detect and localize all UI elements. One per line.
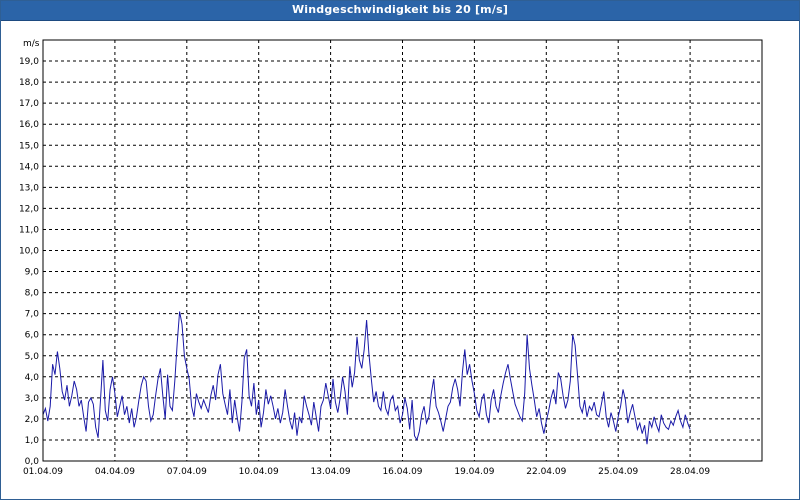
y-tick-label: 10,0 — [19, 247, 39, 257]
x-tick-label: 13.04.09 — [311, 467, 351, 477]
y-tick-label: 12,0 — [19, 204, 39, 214]
x-tick-label: 07.04.09 — [167, 467, 207, 477]
x-tick-label: 28.04.09 — [670, 467, 710, 477]
y-tick-label: 1,0 — [25, 436, 40, 446]
y-tick-label: 0,0 — [25, 457, 40, 467]
y-tick-label: 16,0 — [19, 120, 39, 130]
x-tick-label: 19.04.09 — [454, 467, 494, 477]
y-tick-label: 11,0 — [19, 225, 39, 235]
y-tick-label: 8,0 — [25, 289, 40, 299]
y-tick-label: 4,0 — [25, 373, 40, 383]
y-tick-label: 7,0 — [25, 310, 40, 320]
y-tick-label: 17,0 — [19, 99, 39, 109]
wind-speed-chart: m/s 0,0 1,0 2,0 3,0 4,0 5,0 6,0 7,0 8,0 9,0 10,0 11… — [19, 39, 763, 477]
title-bar: Windgeschwindigkeit bis 20 [m/s] — [1, 1, 799, 21]
y-tick-label: 14,0 — [19, 162, 39, 172]
x-tick-labels: 01.04.09 04.04.09 07.04.09 10.04.09 13.04.09… — [23, 467, 710, 477]
y-tick-label: 18,0 — [19, 78, 39, 88]
y-axis-unit-label: m/s — [23, 39, 40, 49]
x-tick-label: 01.04.09 — [23, 467, 63, 477]
x-tick-label: 16.04.09 — [382, 467, 422, 477]
y-tick-label: 6,0 — [25, 331, 40, 341]
chart-window: Windgeschwindigkeit bis 20 [m/s] m/s 0,0… — [0, 0, 800, 500]
y-tick-label: 9,0 — [25, 268, 40, 278]
grid — [43, 40, 762, 461]
x-tick-label: 22.04.09 — [526, 467, 566, 477]
y-tick-label: 2,0 — [25, 415, 40, 425]
y-tick-label: 5,0 — [25, 352, 40, 362]
y-tick-labels: 0,0 1,0 2,0 3,0 4,0 5,0 6,0 7,0 8,0 9,0 10,0 11,0 12… — [19, 57, 39, 467]
x-tick-label: 04.04.09 — [95, 467, 135, 477]
x-tick-label: 10.04.09 — [239, 467, 279, 477]
y-tick-label: 13,0 — [19, 183, 39, 193]
x-tick-label: 25.04.09 — [598, 467, 638, 477]
series-line — [42, 311, 691, 445]
y-tick-label: 15,0 — [19, 141, 39, 151]
window-title: Windgeschwindigkeit bis 20 [m/s] — [291, 3, 509, 16]
y-tick-label: 3,0 — [25, 394, 40, 404]
y-tick-label: 19,0 — [19, 57, 39, 67]
